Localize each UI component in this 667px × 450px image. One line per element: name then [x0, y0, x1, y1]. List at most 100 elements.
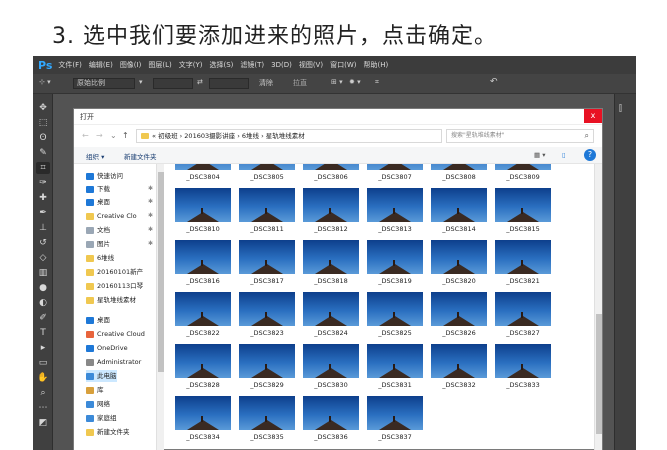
- photo-thumbnail[interactable]: [175, 164, 231, 170]
- photo-thumbnail[interactable]: [175, 292, 231, 326]
- photo-thumbnail[interactable]: [431, 188, 487, 222]
- photo-thumbnail[interactable]: [431, 164, 487, 170]
- nav-item[interactable]: 桌面: [86, 314, 110, 326]
- photo-thumbnail[interactable]: [239, 240, 295, 274]
- photo-thumbnail[interactable]: [303, 292, 359, 326]
- blur-icon[interactable]: ●: [36, 282, 50, 294]
- file-name-label[interactable]: _DSC3813: [365, 225, 425, 233]
- file-name-label[interactable]: _DSC3817: [237, 277, 297, 285]
- file-name-label[interactable]: _DSC3828: [173, 381, 233, 389]
- nav-item[interactable]: Administrator: [86, 356, 141, 368]
- menu-item[interactable]: 图层(L): [148, 60, 171, 70]
- settings-gear-icon[interactable]: ✹ ▾: [349, 78, 361, 86]
- ratio-select[interactable]: 原始比例: [73, 78, 135, 89]
- file-name-label[interactable]: _DSC3808: [429, 173, 489, 181]
- menu-item[interactable]: 编辑(E): [89, 60, 113, 70]
- photo-thumbnail[interactable]: [431, 344, 487, 378]
- nav-item[interactable]: 下载 ✱: [86, 183, 153, 195]
- file-name-label[interactable]: _DSC3804: [173, 173, 233, 181]
- photo-thumbnail[interactable]: [495, 292, 551, 326]
- nav-item[interactable]: Creative Cloud: [86, 328, 145, 340]
- photo-thumbnail[interactable]: [495, 240, 551, 274]
- photo-thumbnail[interactable]: [431, 292, 487, 326]
- new-folder-button[interactable]: 新建文件夹: [124, 151, 157, 161]
- photo-thumbnail[interactable]: [495, 164, 551, 170]
- file-name-label[interactable]: _DSC3826: [429, 329, 489, 337]
- breadcrumb-separator-icon[interactable]: ›: [259, 132, 266, 140]
- file-name-label[interactable]: _DSC3820: [429, 277, 489, 285]
- photo-thumbnail[interactable]: [239, 188, 295, 222]
- photo-thumbnail[interactable]: [367, 344, 423, 378]
- nav-item[interactable]: 快速访问: [86, 170, 123, 182]
- file-name-label[interactable]: _DSC3835: [237, 433, 297, 441]
- pen-icon[interactable]: ✐: [36, 312, 50, 324]
- view-options-icon[interactable]: ▦ ▾: [534, 151, 545, 159]
- path-select-icon[interactable]: ▸: [36, 342, 50, 354]
- file-name-label[interactable]: _DSC3816: [173, 277, 233, 285]
- file-name-label[interactable]: _DSC3833: [493, 381, 553, 389]
- back-icon[interactable]: ←: [82, 131, 89, 140]
- photo-thumbnail[interactable]: [239, 292, 295, 326]
- photo-thumbnail[interactable]: [367, 292, 423, 326]
- move-icon[interactable]: ✥: [36, 102, 50, 114]
- file-name-label[interactable]: _DSC3807: [365, 173, 425, 181]
- nav-item[interactable]: 6堆线: [86, 252, 114, 264]
- gradient-icon[interactable]: ▥: [36, 267, 50, 279]
- crop-tool-icon[interactable]: ⊹ ▾: [39, 78, 51, 86]
- width-input[interactable]: [153, 78, 193, 89]
- breadcrumb-segment[interactable]: 6堆线: [242, 132, 259, 140]
- photo-thumbnail[interactable]: [175, 188, 231, 222]
- history-brush-icon[interactable]: ↺: [36, 237, 50, 249]
- menu-item[interactable]: 图像(I): [120, 60, 142, 70]
- file-name-label[interactable]: _DSC3811: [237, 225, 297, 233]
- photo-thumbnail[interactable]: [495, 188, 551, 222]
- files-scroll-thumb[interactable]: [596, 314, 602, 434]
- photo-thumbnail[interactable]: [367, 240, 423, 274]
- file-name-label[interactable]: _DSC3814: [429, 225, 489, 233]
- hand-icon[interactable]: ✋: [36, 372, 50, 384]
- file-name-label[interactable]: _DSC3834: [173, 433, 233, 441]
- photo-thumbnail[interactable]: [239, 344, 295, 378]
- breadcrumb-separator-icon[interactable]: ›: [235, 132, 242, 140]
- menu-item[interactable]: 文件(F): [58, 60, 82, 70]
- file-name-label[interactable]: _DSC3821: [493, 277, 553, 285]
- nav-scroll-thumb[interactable]: [158, 172, 164, 372]
- quick-select-icon[interactable]: ✎: [36, 147, 50, 159]
- ratio-dropdown-icon[interactable]: ▾: [139, 78, 143, 86]
- dodge-icon[interactable]: ◐: [36, 297, 50, 309]
- photo-thumbnail[interactable]: [303, 396, 359, 430]
- file-name-label[interactable]: _DSC3809: [493, 173, 553, 181]
- file-name-label[interactable]: _DSC3806: [301, 173, 361, 181]
- menu-item[interactable]: 滤镜(T): [240, 60, 264, 70]
- nav-item[interactable]: 图片 ✱: [86, 238, 153, 250]
- file-name-label[interactable]: _DSC3805: [237, 173, 297, 181]
- colors-icon[interactable]: ◩: [36, 417, 50, 429]
- menu-item[interactable]: 3D(D): [271, 61, 292, 69]
- menu-item[interactable]: 帮助(H): [363, 60, 388, 70]
- recent-dropdown-icon[interactable]: ⌄: [110, 131, 117, 140]
- file-name-label[interactable]: _DSC3825: [365, 329, 425, 337]
- brush-icon[interactable]: ✒: [36, 207, 50, 219]
- close-button[interactable]: x: [584, 109, 602, 123]
- straighten-button[interactable]: 拉直: [293, 78, 307, 88]
- photo-thumbnail[interactable]: [431, 240, 487, 274]
- swap-icon[interactable]: ⇄: [197, 78, 203, 86]
- file-name-label[interactable]: _DSC3815: [493, 225, 553, 233]
- nav-item[interactable]: 此电脑: [86, 370, 117, 382]
- breadcrumb-segment[interactable]: 星轨堆线素材: [266, 132, 305, 140]
- menu-item[interactable]: 选择(S): [209, 60, 233, 70]
- photo-thumbnail[interactable]: [175, 240, 231, 274]
- zoom-icon[interactable]: ⌕: [36, 387, 50, 399]
- up-icon[interactable]: ↑: [122, 131, 129, 140]
- file-name-label[interactable]: _DSC3824: [301, 329, 361, 337]
- nav-item[interactable]: Creative Clo ✱: [86, 210, 153, 222]
- healing-icon[interactable]: ✚: [36, 192, 50, 204]
- panel-toggle-icon[interactable]: ⫿: [619, 104, 622, 114]
- clear-button[interactable]: 清除: [259, 78, 273, 88]
- file-name-label[interactable]: _DSC3819: [365, 277, 425, 285]
- photo-thumbnail[interactable]: [175, 344, 231, 378]
- photo-thumbnail[interactable]: [367, 188, 423, 222]
- file-name-label[interactable]: _DSC3830: [301, 381, 361, 389]
- more-icon[interactable]: ⋯: [36, 402, 50, 414]
- nav-item[interactable]: 新建文件夹: [86, 426, 130, 438]
